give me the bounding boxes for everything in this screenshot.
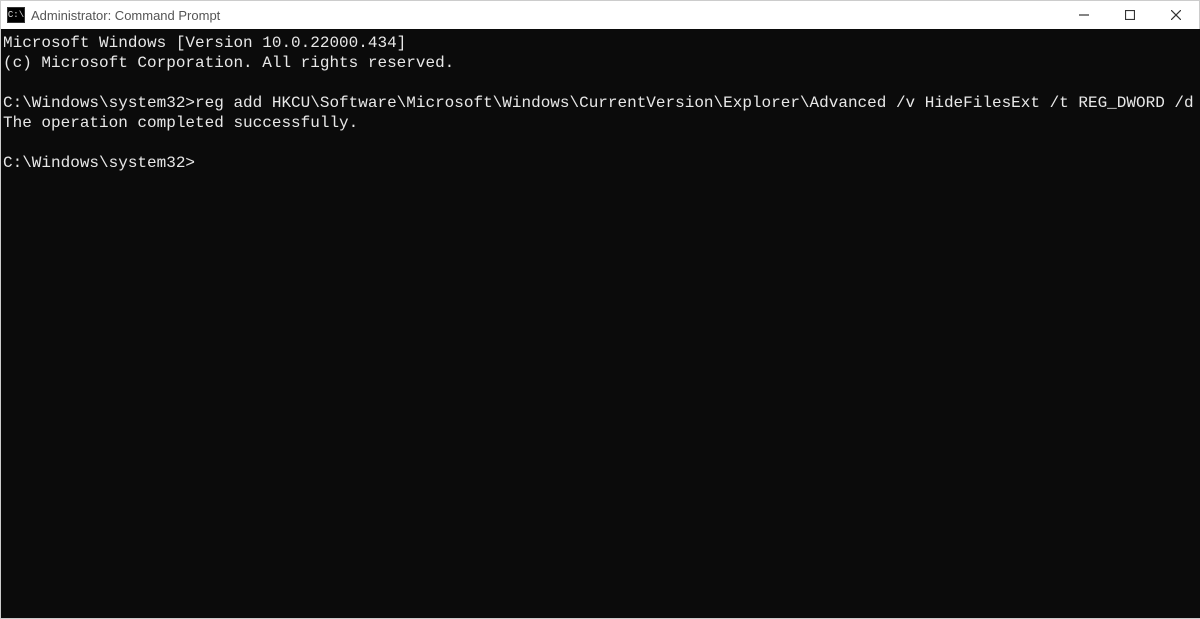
console-prompt: C:\Windows\system32> bbox=[3, 94, 195, 112]
console-prompt: C:\Windows\system32> bbox=[3, 154, 195, 172]
app-icon: C:\ bbox=[7, 7, 25, 23]
maximize-button[interactable] bbox=[1107, 1, 1153, 29]
console-line: Microsoft Windows [Version 10.0.22000.43… bbox=[3, 34, 406, 52]
maximize-icon bbox=[1125, 10, 1135, 20]
minimize-icon bbox=[1079, 10, 1089, 20]
window-title: Administrator: Command Prompt bbox=[31, 8, 1061, 23]
console-command: reg add HKCU\Software\Microsoft\Windows\… bbox=[195, 94, 1200, 112]
console-line: (c) Microsoft Corporation. All rights re… bbox=[3, 54, 454, 72]
close-icon bbox=[1171, 10, 1181, 20]
console-line: The operation completed successfully. bbox=[3, 114, 358, 132]
minimize-button[interactable] bbox=[1061, 1, 1107, 29]
console-output[interactable]: Microsoft Windows [Version 10.0.22000.43… bbox=[1, 29, 1200, 618]
window-controls bbox=[1061, 1, 1199, 29]
console-area-wrap: Microsoft Windows [Version 10.0.22000.43… bbox=[1, 29, 1199, 618]
close-button[interactable] bbox=[1153, 1, 1199, 29]
command-prompt-window: C:\ Administrator: Command Prompt Micros… bbox=[0, 0, 1200, 619]
titlebar[interactable]: C:\ Administrator: Command Prompt bbox=[1, 1, 1199, 29]
